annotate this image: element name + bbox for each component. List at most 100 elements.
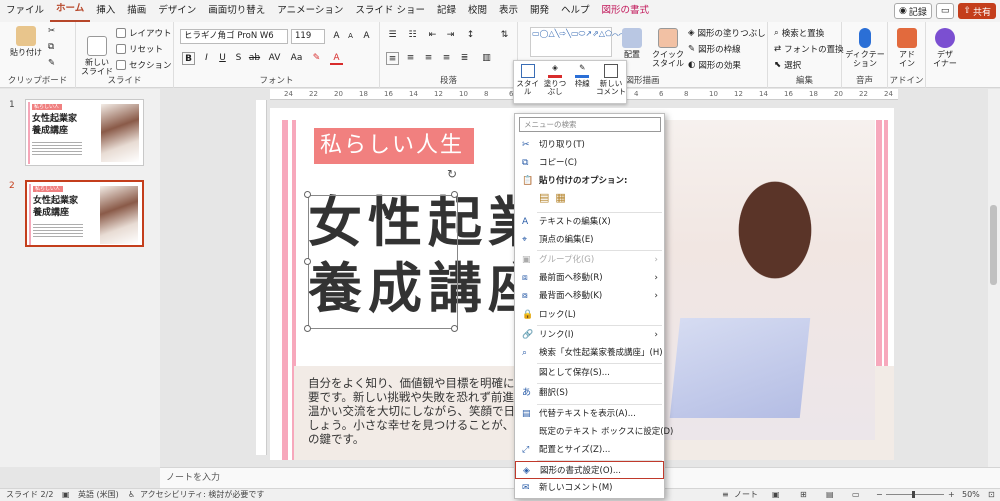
slide-tag[interactable]: 私らしい人生 bbox=[314, 128, 474, 164]
tab-12[interactable]: 開発 bbox=[524, 0, 555, 22]
rotate-handle-icon[interactable]: ↻ bbox=[447, 167, 457, 181]
tab-5[interactable]: デザイン bbox=[152, 0, 202, 22]
slide-sorter-icon[interactable]: ⊞ bbox=[800, 489, 807, 501]
layout-button[interactable]: レイアウト bbox=[116, 27, 172, 39]
menu-item-16[interactable]: ⤢ 配置とサイズ(Z)... bbox=[515, 441, 664, 459]
bold-button[interactable]: B bbox=[182, 52, 195, 65]
decrease-indent-button[interactable]: ⇤ bbox=[426, 29, 439, 42]
tab-9[interactable]: 記録 bbox=[431, 0, 462, 22]
distributed-button[interactable]: ≣ bbox=[458, 52, 471, 65]
justify-button[interactable]: ≡ bbox=[440, 52, 453, 65]
accessibility-status[interactable]: アクセシビリティ: 検討が必要です bbox=[140, 489, 264, 501]
paste-button[interactable]: 貼り付け bbox=[8, 26, 44, 57]
copy-button[interactable]: ⧉ bbox=[48, 42, 54, 52]
numbering-button[interactable]: ☷ bbox=[406, 29, 419, 42]
menu-item-5[interactable]: ⌖ 頂点の編集(E) bbox=[515, 231, 664, 249]
mini-style-button[interactable]: スタイ ル bbox=[514, 61, 541, 103]
zoom-slider[interactable] bbox=[886, 494, 944, 495]
line-spacing-button[interactable]: ↕ bbox=[464, 29, 477, 42]
tab-7[interactable]: アニメーション bbox=[271, 0, 349, 22]
shrink-font-button[interactable]: A bbox=[344, 30, 357, 43]
menu-item-4[interactable]: A テキストの編集(X) bbox=[515, 213, 664, 231]
normal-view-icon[interactable]: ▣ bbox=[772, 489, 780, 501]
menu-item-17[interactable]: ◈ 図形の書式設定(O)... bbox=[515, 461, 664, 480]
select-button[interactable]: ⬉ 選択 bbox=[774, 59, 801, 71]
zoom-slider-thumb[interactable] bbox=[912, 491, 915, 498]
menu-search-input[interactable]: メニューの検索 bbox=[519, 117, 661, 132]
tab-13[interactable]: ヘルプ bbox=[555, 0, 596, 22]
font-size-dropdown[interactable]: 119 bbox=[291, 29, 325, 44]
increase-indent-button[interactable]: ⇥ bbox=[444, 29, 457, 42]
slide-thumbnail-2[interactable]: 私らしい人生 女性起業家 養成講座 bbox=[25, 180, 144, 247]
italic-button[interactable]: I bbox=[200, 52, 213, 65]
align-right-button[interactable]: ≡ bbox=[422, 52, 435, 65]
menu-item-14[interactable]: ▤ 代替テキストを表示(A)... bbox=[515, 405, 664, 423]
font-color-button[interactable]: A bbox=[330, 52, 343, 65]
comments-button[interactable]: ▭ bbox=[935, 3, 955, 19]
highlight-color-button[interactable]: ✎ bbox=[310, 52, 323, 65]
menu-item-2[interactable]: ⧉ コピー(C) bbox=[515, 154, 664, 172]
menu-item-15[interactable]: 既定のテキスト ボックスに設定(D) bbox=[515, 423, 673, 441]
paste-keep-format-icon[interactable]: ▤ bbox=[539, 191, 549, 204]
bullets-button[interactable]: ☰ bbox=[386, 29, 399, 42]
menu-item-7[interactable]: ⧈ 最前面へ移動(R) › bbox=[515, 269, 664, 287]
case-button[interactable]: Aa bbox=[290, 52, 303, 65]
resize-handle-w[interactable] bbox=[304, 258, 311, 265]
text-direction-button[interactable]: ⇅ bbox=[498, 29, 511, 42]
spellcheck-icon[interactable]: ▣ bbox=[62, 489, 70, 501]
resize-handle-sw[interactable] bbox=[304, 325, 311, 332]
tab-11[interactable]: 表示 bbox=[493, 0, 524, 22]
mini-fill-button[interactable]: ◈ 塗りつ ぶし bbox=[541, 61, 568, 103]
reset-button[interactable]: リセット bbox=[116, 43, 163, 55]
share-button[interactable]: ⇧ 共有 bbox=[958, 3, 996, 19]
fit-slide-icon[interactable]: ⊡ bbox=[988, 489, 995, 501]
menu-item-10[interactable]: 🔗 リンク(I) › bbox=[515, 326, 664, 344]
tab-4[interactable]: 描画 bbox=[121, 0, 152, 22]
language-indicator[interactable]: 英語 (米国) bbox=[78, 489, 119, 501]
dictate-button[interactable]: ディクテー ション bbox=[845, 28, 885, 68]
resize-handle-n[interactable] bbox=[451, 191, 458, 198]
menu-item-18[interactable]: ✉ 新しいコメント(M) bbox=[515, 479, 664, 497]
mini-outline-button[interactable]: ✎ 枠線 bbox=[569, 61, 596, 103]
section-button[interactable]: セクション bbox=[116, 59, 172, 71]
quick-style-button[interactable]: クイック スタイル bbox=[650, 28, 686, 68]
paste-picture-icon[interactable]: ▦ bbox=[555, 191, 565, 204]
menu-item-11[interactable]: ⌕ 検索「女性起業家養成講座」(H) bbox=[515, 344, 664, 362]
font-name-dropdown[interactable]: ヒラギノ角ゴ ProN W6 bbox=[180, 29, 288, 44]
notes-toggle[interactable]: ノート bbox=[734, 489, 758, 501]
tab-8[interactable]: スライド ショー bbox=[349, 0, 431, 22]
menu-item-1[interactable]: ✂ 切り取り(T) bbox=[515, 136, 664, 154]
clear-format-button[interactable]: A bbox=[360, 30, 373, 43]
mini-new-comment-button[interactable]: 新しい コメント bbox=[596, 61, 626, 103]
columns-button[interactable]: ▥ bbox=[480, 52, 493, 65]
addins-button[interactable]: アド イン bbox=[892, 28, 922, 68]
format-painter-button[interactable]: ✎ bbox=[48, 58, 55, 68]
tab-3[interactable]: 挿入 bbox=[90, 0, 121, 22]
align-center-button[interactable]: ≡ bbox=[404, 52, 417, 65]
cut-button[interactable]: ✂ bbox=[48, 26, 55, 36]
scrollbar-thumb[interactable] bbox=[990, 205, 997, 285]
reading-view-icon[interactable]: ▤ bbox=[826, 489, 834, 501]
shape-effects-button[interactable]: ◐ 図形の効果 bbox=[688, 59, 741, 71]
tab-14[interactable]: 図形の書式 bbox=[596, 0, 656, 22]
zoom-out-icon[interactable]: − bbox=[876, 489, 883, 501]
menu-item-9[interactable]: 🔒 ロック(L) bbox=[515, 306, 664, 324]
tab-10[interactable]: 校閲 bbox=[462, 0, 493, 22]
menu-item-12[interactable]: 図として保存(S)... bbox=[515, 364, 664, 382]
tab-6[interactable]: 画面切り替え bbox=[202, 0, 271, 22]
spacing-button[interactable]: AV bbox=[268, 52, 281, 65]
shape-fill-button[interactable]: ◈ 図形の塗りつぶし bbox=[688, 27, 766, 39]
replace-font-button[interactable]: ⇄ フォントの置換 bbox=[774, 43, 844, 55]
record-button[interactable]: ◉ 記録 bbox=[894, 3, 932, 19]
resize-handle-nw[interactable] bbox=[304, 191, 311, 198]
designer-button[interactable]: デザ イナー bbox=[930, 28, 960, 68]
find-replace-button[interactable]: ⌕ 検索と置換 bbox=[774, 27, 824, 39]
underline-button[interactable]: U bbox=[216, 52, 229, 65]
shapes-gallery[interactable]: ▭◯△╲⇨╲▭⬭↗⇗△⬠⌒⌒⟋ bbox=[530, 27, 630, 57]
slideshow-icon[interactable]: ▭ bbox=[852, 489, 860, 501]
tab-2[interactable]: ホーム bbox=[50, 0, 91, 22]
shape-outline-button[interactable]: ✎ 図形の枠線 bbox=[688, 43, 741, 55]
resize-handle-s[interactable] bbox=[451, 325, 458, 332]
strikethrough-button[interactable]: ab bbox=[248, 52, 261, 65]
menu-item-6[interactable]: ▣ グループ化(G) › bbox=[515, 251, 664, 269]
